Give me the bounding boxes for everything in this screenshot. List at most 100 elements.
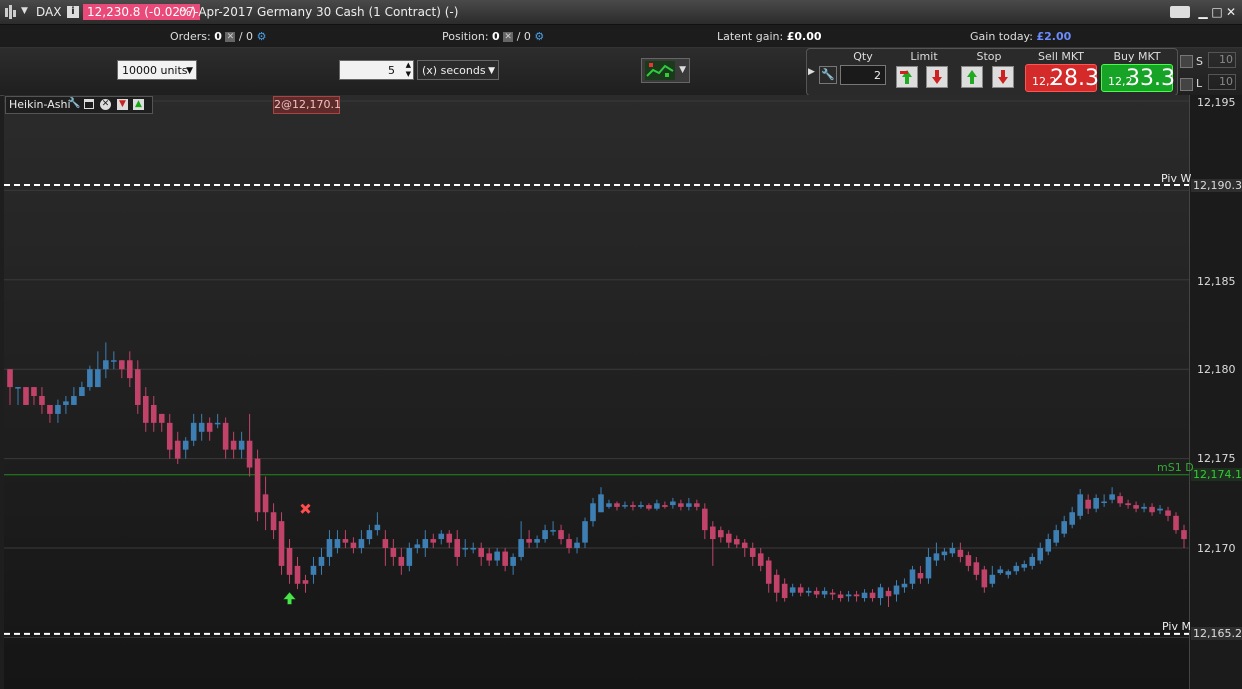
- orders-status: Orders: 0 ✕ / 0 ⚙: [170, 30, 266, 43]
- chart-type-button[interactable]: ▼: [641, 58, 690, 83]
- gain-today-value: £2.00: [1036, 30, 1072, 43]
- limit-distance-input[interactable]: 10: [1208, 74, 1236, 90]
- candle-body: [1005, 571, 1012, 575]
- candle-body: [111, 360, 117, 362]
- units-dropdown[interactable]: 10000 units ▼: [117, 60, 197, 80]
- candle-body: [406, 548, 413, 566]
- candle-body: [95, 369, 101, 388]
- window-icon[interactable]: [84, 99, 94, 109]
- stop-sell-button[interactable]: [992, 66, 1014, 88]
- pivot-m-value: 12,165.2: [1191, 627, 1242, 640]
- limit-sell-button[interactable]: [926, 66, 948, 88]
- candle-body: [877, 587, 884, 599]
- candle-body: [949, 548, 956, 554]
- working-order-tag[interactable]: 2@12,170.1: [273, 96, 341, 114]
- wrench-icon[interactable]: 🔧: [68, 98, 80, 109]
- candle-body: [198, 422, 205, 432]
- candle-body: [318, 556, 325, 566]
- candle-body: [550, 530, 556, 532]
- close-button[interactable]: ✕: [1224, 5, 1238, 19]
- candle-body: [789, 587, 796, 593]
- buy-arrow-icon[interactable]: ▲: [133, 99, 144, 110]
- orders-sep: / 0: [238, 30, 254, 43]
- price-chart[interactable]: [4, 95, 1189, 689]
- candle-body: [901, 583, 908, 588]
- candle-body: [103, 360, 109, 370]
- candle-body: [1093, 497, 1099, 509]
- candle-body: [422, 539, 429, 548]
- y-tick-label: 12,180: [1197, 363, 1236, 376]
- latent-gain-value: £0.00: [786, 30, 822, 43]
- limit-buy-button[interactable]: [896, 66, 918, 88]
- maximize-button[interactable]: □: [1210, 5, 1224, 19]
- close-position-icon[interactable]: ✕: [503, 32, 514, 42]
- window-title: 07-Apr-2017 Germany 30 Cash (1 Contract)…: [179, 5, 459, 19]
- candle-body: [214, 422, 221, 425]
- interval-input[interactable]: 5 ▲ ▼: [339, 60, 414, 80]
- position-sep: / 0: [516, 30, 531, 43]
- candle-body: [813, 590, 820, 595]
- candle-body: [797, 587, 804, 593]
- candle-body: [933, 553, 940, 561]
- keyboard-icon[interactable]: [1170, 6, 1190, 18]
- buy-entry-arrow-icon: [282, 591, 297, 605]
- candle-body: [438, 533, 445, 540]
- candle-body: [686, 503, 692, 507]
- candle-body: [1045, 539, 1052, 552]
- stop-buy-button[interactable]: [961, 66, 983, 88]
- latent-gain-label: Latent gain:: [717, 30, 784, 43]
- chevron-down-icon: ▼: [679, 65, 686, 75]
- stop-distance-input[interactable]: 10: [1208, 52, 1236, 68]
- candle-body: [350, 542, 357, 548]
- candle-body: [805, 590, 812, 593]
- candle-body: [302, 580, 309, 584]
- sell-arrow-icon[interactable]: ▼: [117, 99, 128, 110]
- candle-body: [238, 440, 245, 450]
- expand-arrow-icon[interactable]: ▶: [808, 67, 815, 77]
- candle-body: [79, 387, 85, 397]
- dropdown-arrow-icon[interactable]: ▼: [21, 6, 28, 16]
- candle-body: [374, 524, 381, 531]
- remove-study-icon[interactable]: ✕: [100, 99, 111, 110]
- orders-settings-icon[interactable]: ⚙: [257, 30, 267, 43]
- candle-body: [885, 590, 892, 597]
- candle-body: [398, 556, 405, 566]
- candle-body: [997, 569, 1004, 574]
- gain-today: Gain today: £2.00: [970, 30, 1071, 43]
- candle-body: [622, 505, 628, 507]
- limit-checkbox[interactable]: [1180, 78, 1193, 91]
- spinner-icon[interactable]: ▲ ▼: [406, 61, 411, 79]
- candle-body: [286, 548, 293, 575]
- candle-body: [502, 551, 508, 566]
- pivot-m-label: Piv M: [1162, 620, 1191, 633]
- candle-body: [294, 565, 301, 584]
- candle-body: [678, 503, 684, 507]
- candle-body: [829, 592, 836, 595]
- candle-body: [638, 505, 644, 507]
- candle-body: [765, 560, 772, 584]
- gain-today-label: Gain today:: [970, 30, 1033, 43]
- candle-body: [965, 555, 972, 566]
- candle-body: [87, 369, 93, 388]
- study-legend: Heikin-Ashi 🔧 ✕ ▼ ▲: [5, 96, 153, 114]
- candle-body: [558, 530, 564, 540]
- candle-body: [1165, 510, 1171, 516]
- position-settings-icon[interactable]: ⚙: [534, 30, 544, 43]
- wrench-icon[interactable]: 🔧: [819, 66, 837, 84]
- candle-body: [542, 530, 548, 540]
- candlestick-chart[interactable]: [4, 95, 1189, 689]
- candle-body: [941, 551, 948, 556]
- candle-body: [1085, 499, 1091, 509]
- candle-body: [1173, 515, 1179, 531]
- info-icon[interactable]: i: [67, 6, 79, 18]
- interval-unit-dropdown[interactable]: (x) seconds ▼: [417, 60, 499, 80]
- buy-market-button[interactable]: 12,2 33.3: [1101, 64, 1175, 92]
- candle-body: [526, 539, 532, 543]
- instrument-name: DAX: [36, 5, 62, 19]
- sell-market-button[interactable]: 12,2 28.3: [1025, 64, 1099, 92]
- deal-ticket-panel: ▶ 🔧 Qty 2 Limit Stop Sell MKT Buy MKT 12…: [806, 48, 1178, 96]
- minimize-button[interactable]: ▁: [1196, 5, 1210, 19]
- qty-input[interactable]: 2: [840, 65, 886, 85]
- stop-checkbox[interactable]: [1180, 55, 1193, 68]
- cancel-orders-icon[interactable]: ✕: [225, 32, 236, 42]
